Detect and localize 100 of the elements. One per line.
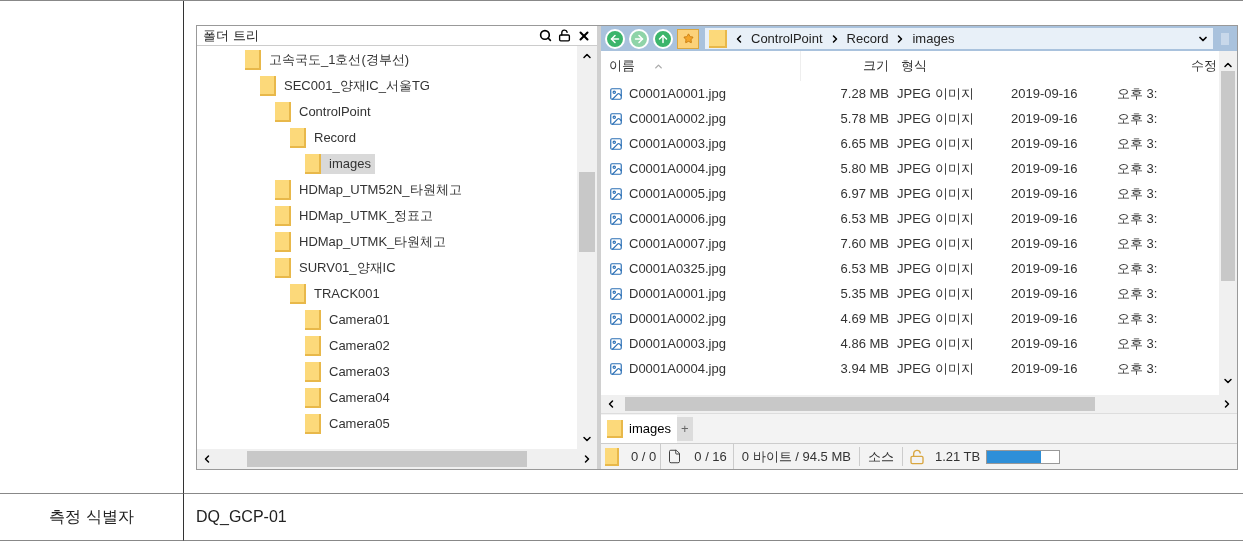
file-size: 3.94 MB [839,359,890,378]
file-row[interactable]: C0001A0006.jpg 6.53 MB JPEG 이미지 2019-09-16 오후 3: [601,206,1219,231]
breadcrumb-item[interactable]: images [912,28,955,49]
column-header[interactable]: 수정 [1113,56,1219,76]
panel-toggle-icon[interactable] [1221,32,1229,45]
file-row[interactable]: C0001A0003.jpg 6.65 MB JPEG 이미지 2019-09-16 오후 3: [601,131,1219,156]
scroll-thumb[interactable] [247,451,527,467]
free-space: 1.21 TB [933,447,982,466]
file-size: 6.65 MB [839,134,890,153]
tree-item[interactable]: Camera01 [305,310,394,330]
tree-item[interactable]: ControlPoint [275,102,375,122]
tree-item[interactable]: Camera04 [305,388,394,408]
scroll-thumb[interactable] [1221,71,1235,281]
tree-item[interactable]: images [305,154,375,174]
folder-icon [260,76,276,96]
file-row[interactable]: D0001A0001.jpg 5.35 MB JPEG 이미지 2019-09-16 오후 3: [601,281,1219,306]
horizontal-scrollbar[interactable] [601,395,1237,413]
back-button[interactable] [605,28,625,49]
file-date: 2019-09-16 [1010,234,1079,253]
file-type: JPEG 이미지 [896,134,975,153]
tree-item[interactable]: Camera03 [305,362,394,382]
folder-icon [305,154,321,174]
scroll-thumb[interactable] [625,397,1095,411]
file-time: 오후 3: [1116,284,1159,303]
file-name: C0001A0002.jpg [629,109,726,128]
star-icon [682,33,694,44]
column-header[interactable]: 형식 [893,56,993,76]
file-date: 2019-09-16 [1010,159,1079,178]
file-size: 6.53 MB [839,259,890,278]
file-type: JPEG 이미지 [896,84,975,103]
up-button[interactable] [653,28,673,49]
file-name: C0001A0325.jpg [629,259,726,278]
scroll-thumb[interactable] [579,172,595,252]
address-bar[interactable]: ControlPoint Record images [705,28,1213,49]
folder-icon [275,206,291,226]
breadcrumb-item[interactable]: ControlPoint [751,28,823,49]
file-time: 오후 3: [1116,209,1159,228]
vertical-scrollbar[interactable] [577,46,597,449]
favorites-button[interactable] [677,28,699,49]
horizontal-scrollbar[interactable] [197,449,597,469]
tree-item[interactable]: HDMap_UTMK_타원체고 [275,232,451,252]
file-row[interactable]: C0001A0325.jpg 6.53 MB JPEG 이미지 2019-09-16 오후 3: [601,256,1219,281]
unlock-icon[interactable] [558,29,571,42]
file-type: JPEG 이미지 [896,234,975,253]
file-date: 2019-09-16 [1010,134,1079,153]
tree-item[interactable]: Camera05 [305,414,394,434]
file-type: JPEG 이미지 [896,309,975,328]
file-row[interactable]: D0001A0004.jpg 3.94 MB JPEG 이미지 2019-09-16 오후 3: [601,356,1219,381]
column-header[interactable]: 크기 [801,56,893,76]
file-time: 오후 3: [1116,359,1159,378]
file-type: JPEG 이미지 [896,184,975,203]
file-date: 2019-09-16 [1010,259,1079,278]
file-time: 오후 3: [1116,234,1159,253]
vertical-scrollbar[interactable] [1219,51,1237,395]
tree-item[interactable]: HDMap_UTMK_정표고 [275,206,438,226]
folder-tab[interactable]: images [601,415,677,443]
folder-icon [305,310,321,330]
image-file-icon [609,236,623,251]
breadcrumb-item[interactable]: Record [846,28,889,49]
file-size: 5.78 MB [839,109,890,128]
column-header[interactable]: 이름 [609,56,635,76]
file-row[interactable]: C0001A0002.jpg 5.78 MB JPEG 이미지 2019-09-16 오후 3: [601,106,1219,131]
file-time: 오후 3: [1116,334,1159,353]
file-type: JPEG 이미지 [896,259,975,278]
file-row[interactable]: C0001A0001.jpg 7.28 MB JPEG 이미지 2019-09-16 오후 3: [601,81,1219,106]
folder-icon [305,362,321,382]
file-type: JPEG 이미지 [896,359,975,378]
file-size: 6.97 MB [839,184,890,203]
forward-button[interactable] [629,28,649,49]
folder-icon [275,258,291,278]
image-file-icon [609,136,623,151]
folder-icon [305,414,321,434]
file-row[interactable]: D0001A0003.jpg 4.86 MB JPEG 이미지 2019-09-16 오후 3: [601,331,1219,356]
tree-item[interactable]: Record [290,128,360,148]
file-name: C0001A0005.jpg [629,184,726,203]
file-row[interactable]: C0001A0005.jpg 6.97 MB JPEG 이미지 2019-09-16 오후 3: [601,181,1219,206]
file-size: 5.35 MB [839,284,890,303]
file-type: JPEG 이미지 [896,334,975,353]
file-name: C0001A0003.jpg [629,134,726,153]
search-icon[interactable] [539,29,552,42]
file-row[interactable]: C0001A0004.jpg 5.80 MB JPEG 이미지 2019-09-16 오후 3: [601,156,1219,181]
file-time: 오후 3: [1116,109,1159,128]
tree-item[interactable]: Camera02 [305,336,394,356]
tree-item[interactable]: SURV01_양재IC [275,258,400,278]
folder-count: 0 / 0 [631,447,657,466]
tree-item[interactable]: TRACK001 [290,284,384,304]
tree-item[interactable]: HDMap_UTM52N_타원체고 [275,180,466,200]
image-file-icon [609,361,623,376]
image-file-icon [609,311,623,326]
tree-item[interactable]: 고속국도_1호선(경부선) [245,50,414,70]
size-summary: 0 바이트 / 94.5 MB [733,446,860,467]
folder-icon [275,102,291,122]
file-type: JPEG 이미지 [896,209,975,228]
tree-item[interactable]: SEC001_양재IC_서울TG [260,76,434,96]
file-date: 2019-09-16 [1010,184,1079,203]
file-row[interactable]: C0001A0007.jpg 7.60 MB JPEG 이미지 2019-09-16 오후 3: [601,231,1219,256]
source-label[interactable]: 소스 [859,446,903,467]
close-icon[interactable] [577,28,591,43]
file-row[interactable]: D0001A0002.jpg 4.69 MB JPEG 이미지 2019-09-16 오후 3: [601,306,1219,331]
folder-icon [245,50,261,70]
